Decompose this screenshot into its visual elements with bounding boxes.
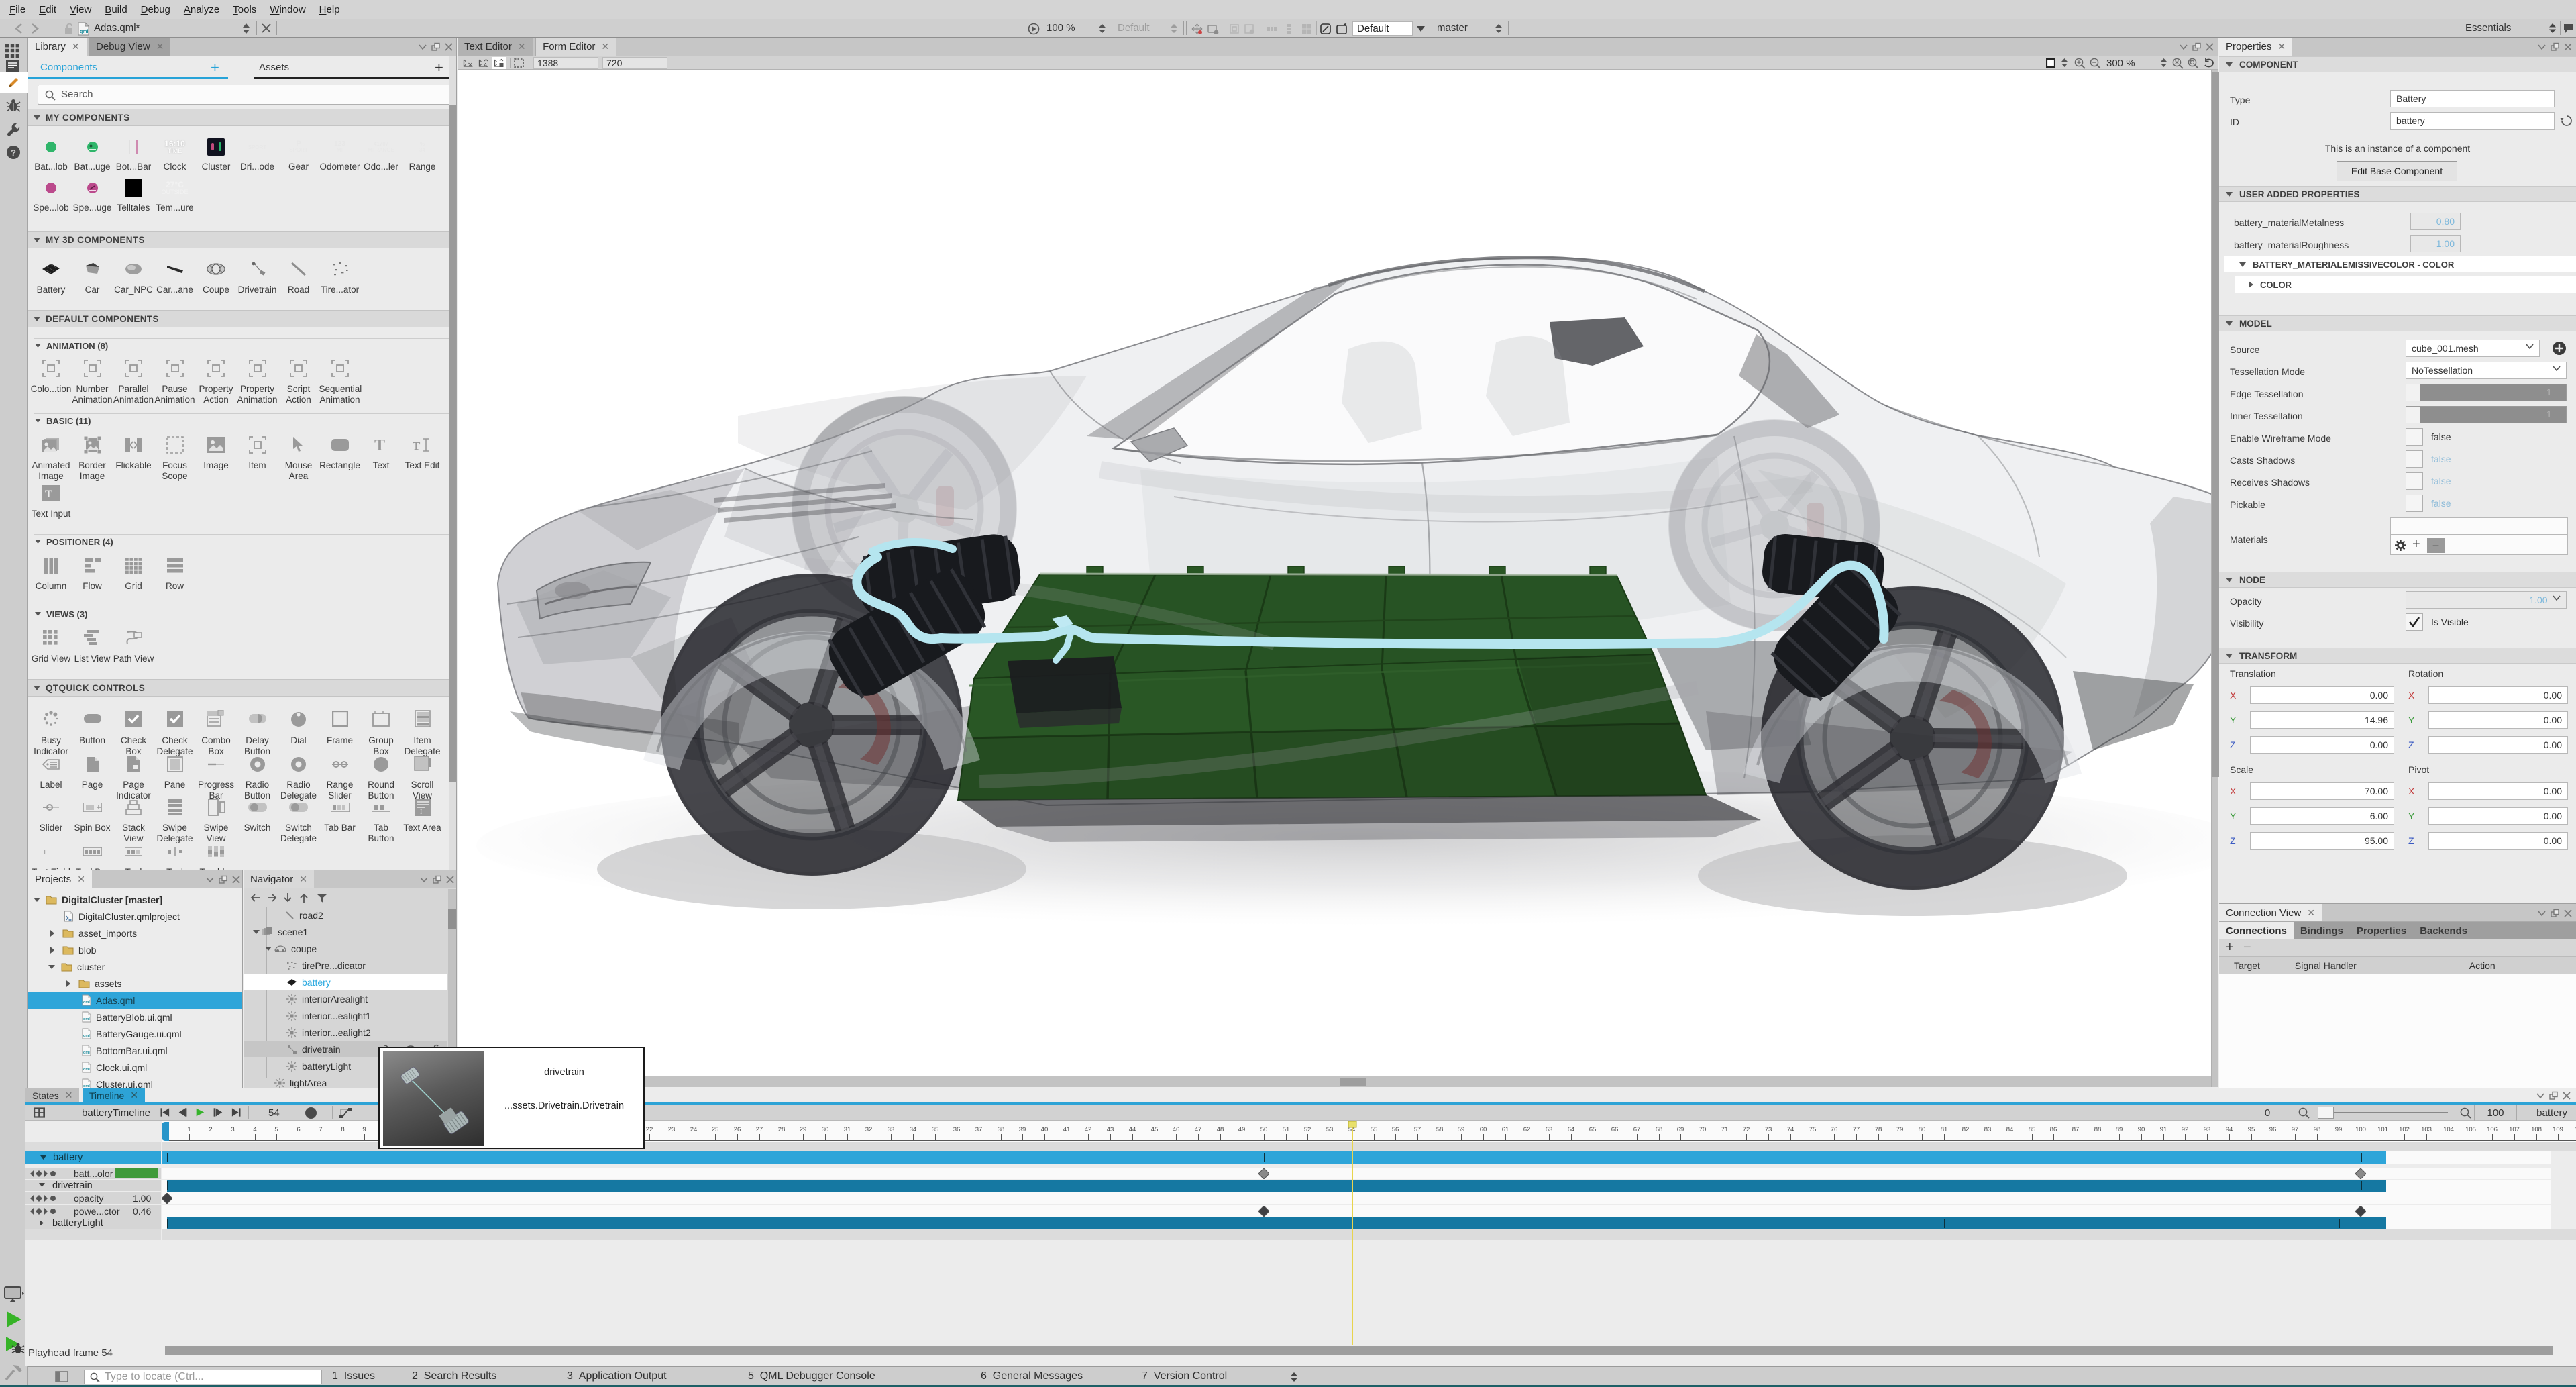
svg-text:T: T [413,440,421,452]
svg-text:qml: qml [83,1017,90,1021]
svg-text:qml: qml [83,1000,90,1005]
svg-text:qml: qml [83,1051,90,1055]
svg-text:?: ? [11,148,16,158]
svg-text:A: A [484,62,488,68]
svg-text:I: I [420,809,422,816]
svg-text:T: T [45,489,52,500]
svg-text:I: I [44,849,46,856]
svg-text:qml: qml [83,1034,90,1038]
svg-text:qml: qml [83,1068,90,1072]
svg-text:qml: qml [80,30,89,34]
svg-text:T: T [374,437,385,453]
